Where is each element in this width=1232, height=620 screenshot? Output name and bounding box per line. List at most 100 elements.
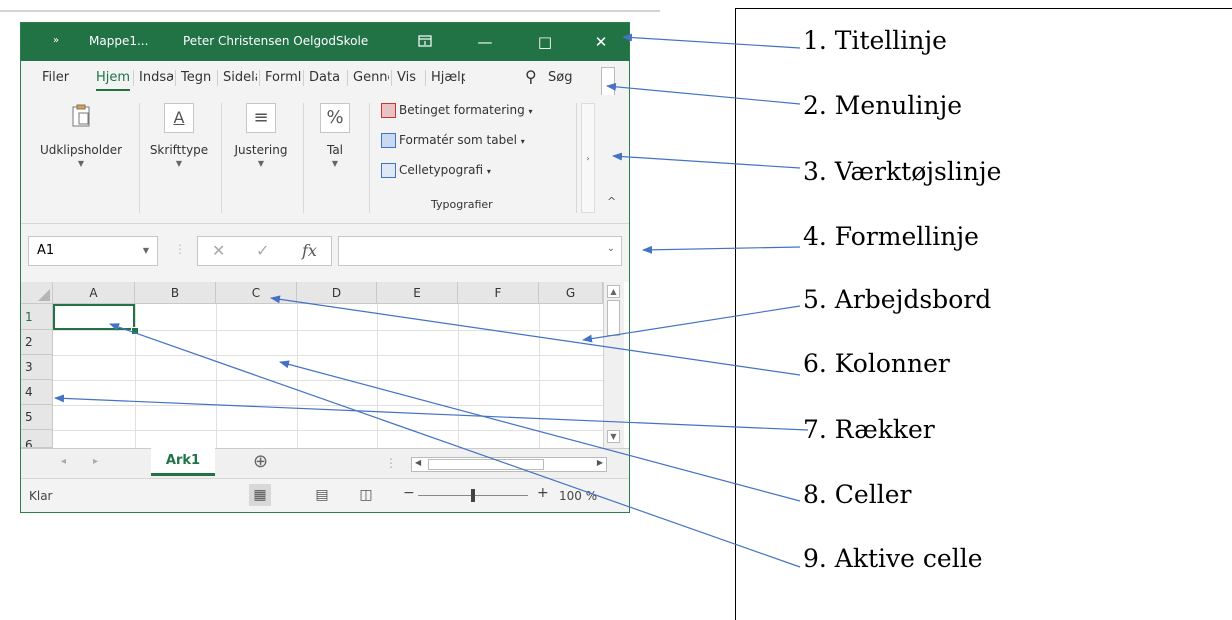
fill-handle[interactable] bbox=[131, 327, 139, 335]
enter-icon[interactable]: ✓ bbox=[256, 241, 269, 260]
cell-styles-button[interactable]: Celletypografi ▾ bbox=[381, 163, 491, 178]
formula-bar-splitter-icon[interactable]: ⋮ bbox=[174, 242, 186, 256]
worksheet-grid[interactable]: A B C D E F G 1 2 3 4 5 6 ▲ ▼ bbox=[21, 282, 629, 448]
group-number[interactable]: % Tal ▼ bbox=[311, 103, 359, 168]
page-break-view-icon[interactable]: ◫ bbox=[355, 484, 377, 506]
clipboard-icon bbox=[66, 103, 96, 133]
menu-view[interactable]: Vis bbox=[397, 70, 423, 85]
scroll-thumb[interactable] bbox=[607, 300, 620, 336]
normal-view-icon[interactable]: ▦ bbox=[249, 484, 271, 506]
cell-styles-icon bbox=[381, 163, 396, 178]
scroll-down-icon[interactable]: ▼ bbox=[607, 430, 620, 443]
column-header[interactable]: A bbox=[53, 282, 135, 304]
format-as-table-button[interactable]: Formatér som tabel ▾ bbox=[381, 133, 525, 148]
search-label[interactable]: Søg bbox=[548, 70, 572, 85]
row-header[interactable]: 2 bbox=[21, 330, 53, 355]
maximize-icon[interactable]: □ bbox=[533, 30, 557, 54]
ribbon-display-icon[interactable] bbox=[413, 30, 437, 54]
row-header[interactable]: 6 bbox=[21, 430, 53, 448]
callout-columns: 6. Kolonner bbox=[803, 349, 950, 378]
row-header[interactable]: 5 bbox=[21, 405, 53, 430]
column-header[interactable]: G bbox=[539, 282, 603, 304]
column-header[interactable]: E bbox=[377, 282, 458, 304]
zoom-level[interactable]: 100 % bbox=[559, 489, 597, 503]
row-header[interactable]: 4 bbox=[21, 380, 53, 405]
chevron-down-icon: ▼ bbox=[331, 159, 339, 168]
vertical-scrollbar[interactable]: ▲ ▼ bbox=[603, 282, 624, 448]
callout-rows: 7. Rækker bbox=[803, 415, 935, 444]
number-label: Tal bbox=[326, 143, 344, 157]
row-header[interactable]: 3 bbox=[21, 355, 53, 380]
next-sheet-icon[interactable]: ▸ bbox=[93, 456, 98, 467]
row-header[interactable]: 1 bbox=[21, 304, 53, 330]
cancel-icon[interactable]: ✕ bbox=[212, 241, 225, 260]
menu-insert[interactable]: Indsæt bbox=[139, 70, 173, 85]
percent-icon: % bbox=[320, 103, 350, 133]
close-icon[interactable]: ✕ bbox=[589, 30, 613, 54]
chevron-down-icon[interactable]: ▼ bbox=[143, 237, 149, 265]
prev-sheet-icon[interactable]: ◂ bbox=[61, 456, 66, 467]
column-header[interactable]: F bbox=[458, 282, 539, 304]
insert-function-icon[interactable]: fx bbox=[302, 241, 317, 260]
formula-buttons: ✕ ✓ fx bbox=[197, 236, 332, 266]
scroll-right-icon[interactable]: ▶ bbox=[597, 458, 603, 467]
conditional-formatting-button[interactable]: Betinget formatering ▾ bbox=[381, 103, 533, 118]
menu-formulas[interactable]: Formler bbox=[265, 70, 301, 85]
menu-data[interactable]: Data bbox=[309, 70, 345, 85]
expand-formula-bar-icon[interactable]: ⌄ bbox=[607, 243, 615, 254]
formula-bar: A1 ▼ ⋮ ✕ ✓ fx ⌄ bbox=[21, 224, 629, 282]
conditional-formatting-icon bbox=[381, 103, 396, 118]
title-bar: » Mappe1... Peter Christensen OelgodSkol… bbox=[21, 23, 629, 61]
column-header[interactable]: B bbox=[135, 282, 216, 304]
status-ready: Klar bbox=[29, 489, 53, 503]
callout-cells: 8. Celler bbox=[803, 480, 912, 509]
menu-review[interactable]: Gennemse bbox=[353, 70, 389, 85]
status-bar: Klar ▦ ▤ ◫ − + 100 % bbox=[21, 478, 629, 512]
column-header[interactable]: D bbox=[297, 282, 377, 304]
chevron-down-icon: ▼ bbox=[175, 159, 183, 168]
active-tab-underline bbox=[96, 89, 130, 91]
group-alignment[interactable]: ≡ Justering ▼ bbox=[225, 103, 297, 168]
ribbon-scroll-right-icon[interactable]: › bbox=[581, 103, 595, 213]
search-icon[interactable]: ⚲ bbox=[525, 67, 537, 86]
callout-formula-bar: 4. Formellinje bbox=[803, 222, 979, 251]
chevron-down-icon: ▼ bbox=[257, 159, 265, 168]
formula-input[interactable]: ⌄ bbox=[338, 236, 622, 266]
add-sheet-icon[interactable]: ⊕ bbox=[253, 451, 268, 472]
quick-access-icon[interactable]: » bbox=[53, 35, 59, 46]
top-divider bbox=[0, 10, 660, 12]
menu-bar: Filer Hjem Indsæt Tegn Sidelayout Formle… bbox=[21, 61, 629, 99]
user-name[interactable]: Peter Christensen OelgodSkole bbox=[183, 34, 368, 48]
excel-window: » Mappe1... Peter Christensen OelgodSkol… bbox=[20, 22, 630, 513]
name-box[interactable]: A1 ▼ bbox=[28, 236, 158, 266]
zoom-out-icon[interactable]: − bbox=[403, 485, 415, 501]
select-all-corner[interactable] bbox=[21, 282, 53, 304]
sheet-tab-ark1[interactable]: Ark1 bbox=[151, 448, 215, 476]
font-label: Skrifttype bbox=[149, 143, 209, 157]
tab-splitter-icon[interactable]: ⋮ bbox=[385, 456, 397, 470]
callout-title-bar: 1. Titellinje bbox=[803, 26, 947, 55]
menu-file[interactable]: Filer bbox=[42, 70, 76, 85]
menu-draw[interactable]: Tegn bbox=[181, 70, 215, 85]
horizontal-scroll-thumb[interactable] bbox=[428, 459, 544, 470]
scroll-left-icon[interactable]: ◀ bbox=[415, 458, 421, 467]
callout-toolbar: 3. Værktøjslinje bbox=[803, 157, 1002, 186]
menu-home[interactable]: Hjem bbox=[96, 70, 130, 85]
group-font[interactable]: A Skrifttype ▼ bbox=[143, 103, 215, 168]
horizontal-scrollbar[interactable]: ◀ ▶ bbox=[411, 457, 607, 472]
zoom-slider-thumb[interactable] bbox=[471, 489, 475, 502]
scroll-up-icon[interactable]: ▲ bbox=[607, 285, 620, 298]
minimize-icon[interactable]: — bbox=[473, 30, 497, 54]
clipboard-label: Udklipsholder bbox=[39, 143, 123, 157]
callout-workspace: 5. Arbejdsbord bbox=[803, 285, 992, 314]
menu-page-layout[interactable]: Sidelayout bbox=[223, 70, 257, 85]
collapse-ribbon-icon[interactable]: ^ bbox=[607, 195, 616, 208]
column-header[interactable]: C bbox=[216, 282, 297, 304]
group-clipboard[interactable]: Udklipsholder ▼ bbox=[27, 103, 135, 168]
format-table-icon bbox=[381, 133, 396, 148]
ribbon-toolbar: Udklipsholder ▼ A Skrifttype ▼ ≡ Justeri… bbox=[21, 95, 629, 224]
active-cell[interactable] bbox=[53, 304, 135, 330]
page-layout-view-icon[interactable]: ▤ bbox=[311, 484, 333, 506]
zoom-in-icon[interactable]: + bbox=[537, 485, 549, 501]
menu-help[interactable]: Hjælp bbox=[431, 70, 465, 85]
